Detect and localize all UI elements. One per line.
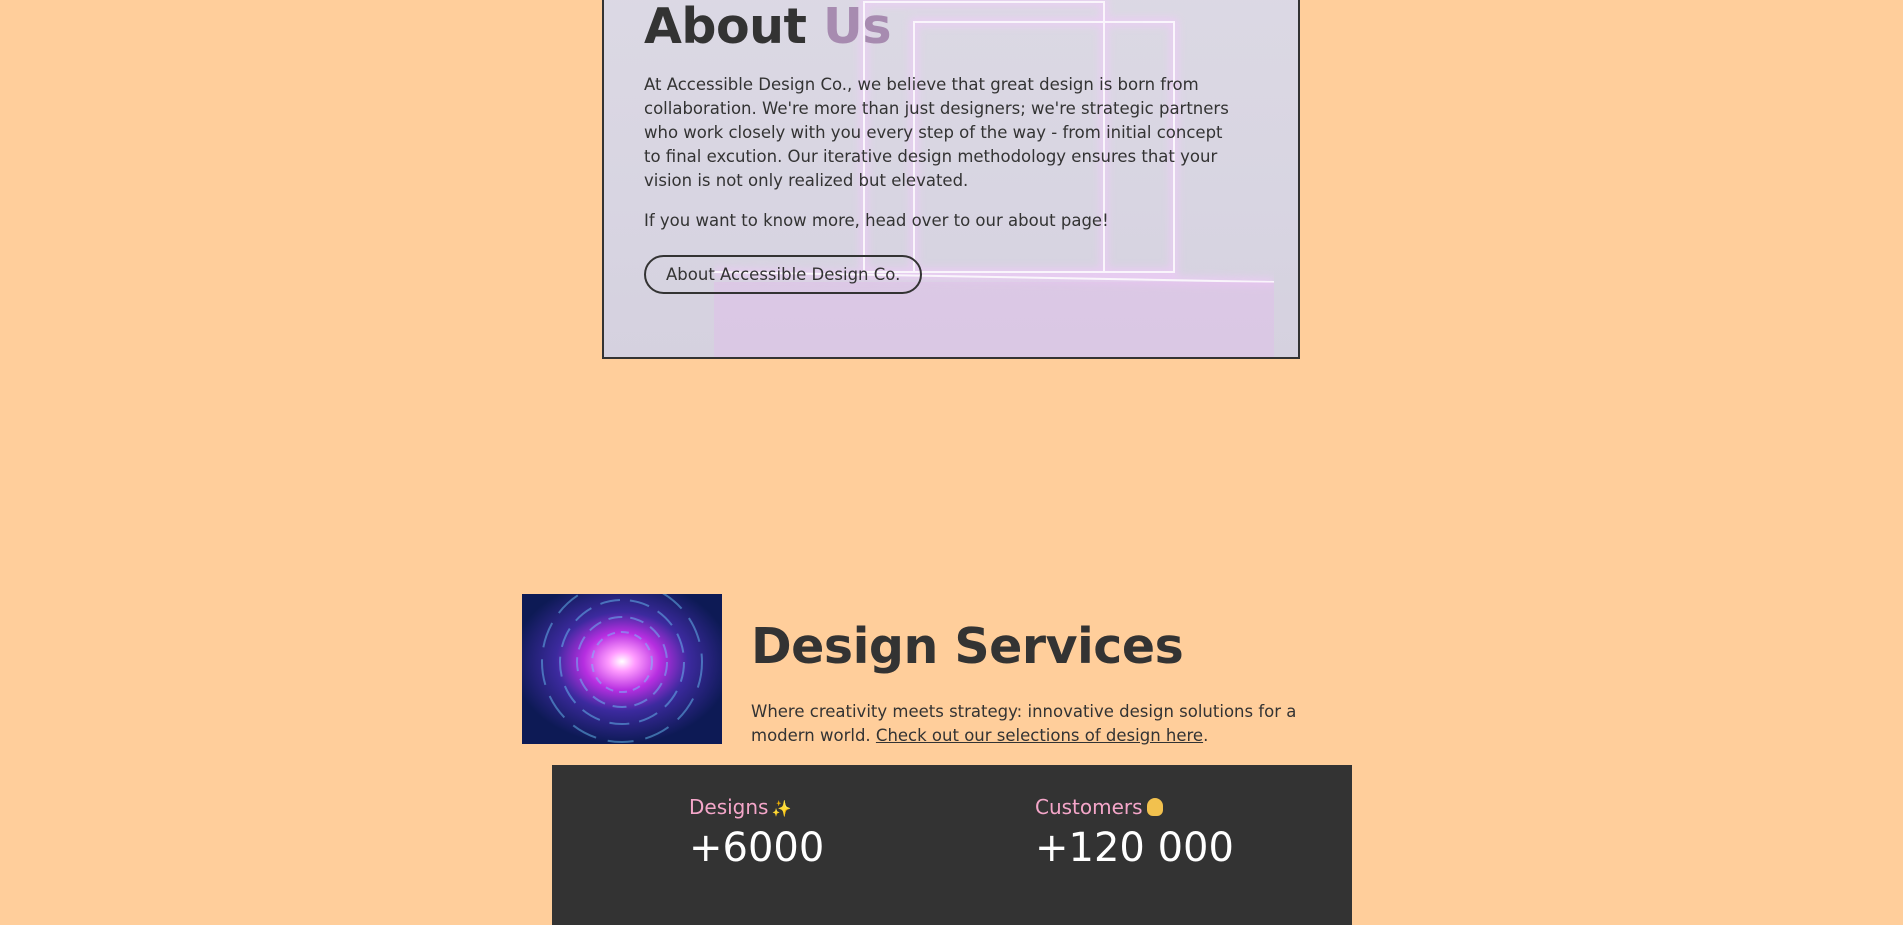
- services-description-suffix: .: [1203, 726, 1209, 745]
- about-button[interactable]: About Accessible Design Co.: [644, 255, 923, 294]
- stat-customers: Customers +120 000: [1035, 795, 1234, 871]
- services-heading: Design Services: [751, 618, 1184, 675]
- stat-label: Designs ✨: [689, 795, 824, 819]
- about-more-text: If you want to know more, head over to o…: [644, 211, 1109, 230]
- tunnel-image: [522, 594, 722, 744]
- person-icon: [1146, 798, 1163, 816]
- stats-panel: Designs ✨ +6000 Customers +120 000: [552, 765, 1352, 925]
- about-section: About Us At Accessible Design Co., we be…: [602, 0, 1300, 359]
- about-paragraph: At Accessible Design Co., we believe tha…: [644, 75, 1229, 190]
- stat-customers-label: Customers: [1035, 795, 1143, 819]
- stat-customers-value: +120 000: [1035, 825, 1234, 871]
- services-image: [522, 594, 722, 744]
- about-heading: About Us: [644, 2, 1244, 51]
- sparkles-icon: ✨: [771, 799, 792, 818]
- stat-designs-label: Designs: [689, 795, 769, 819]
- design-selections-link[interactable]: Check out our selections of design here: [876, 726, 1203, 745]
- about-content: About Us At Accessible Design Co., we be…: [644, 2, 1244, 294]
- about-title-main: About: [644, 0, 807, 55]
- stat-designs: Designs ✨ +6000: [689, 795, 824, 871]
- stat-label: Customers: [1035, 795, 1234, 819]
- stat-designs-value: +6000: [689, 825, 825, 871]
- services-description: Where creativity meets strategy: innovat…: [751, 700, 1351, 748]
- about-title-accent: Us: [823, 0, 891, 55]
